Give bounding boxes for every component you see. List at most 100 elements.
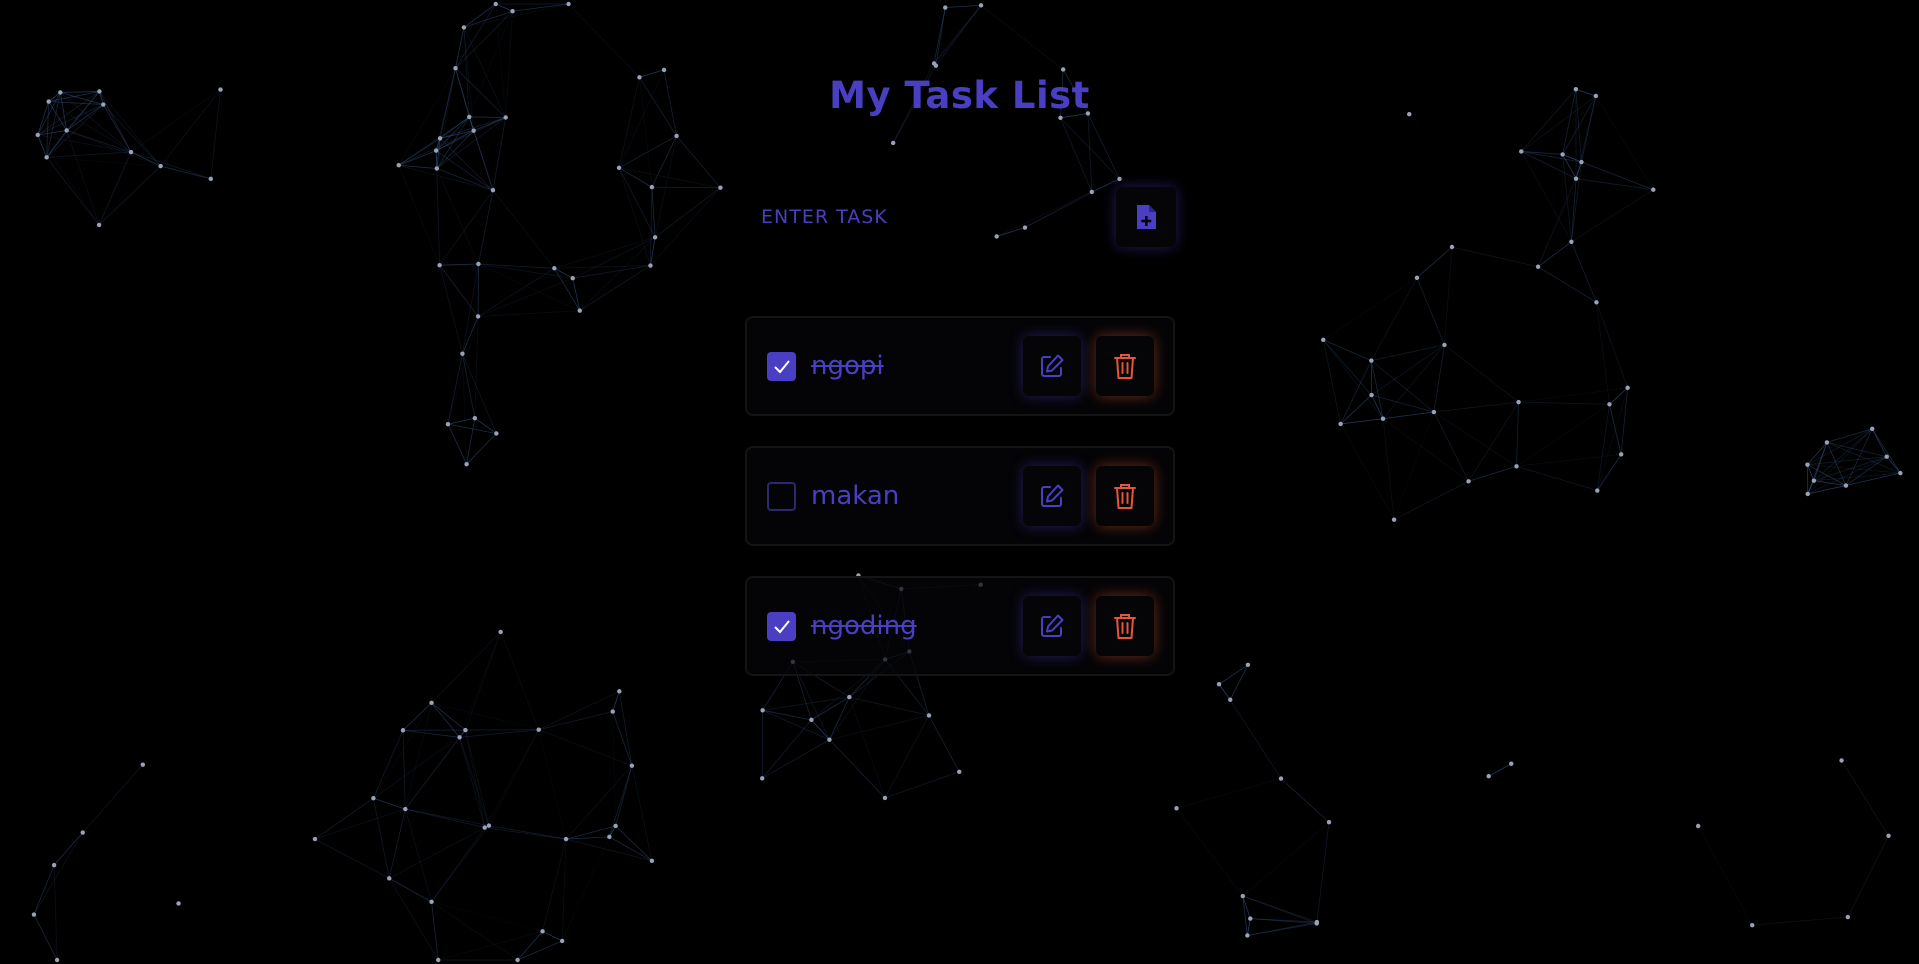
network-link xyxy=(1807,464,1815,481)
task-label: makan xyxy=(811,481,900,511)
task-checkbox[interactable] xyxy=(767,612,796,641)
network-link xyxy=(405,808,485,828)
network-link xyxy=(1433,344,1445,413)
network-link xyxy=(447,353,463,425)
network-node xyxy=(1884,454,1889,459)
network-node xyxy=(718,185,723,190)
network-link xyxy=(538,729,633,767)
network-node xyxy=(44,155,49,160)
network-node xyxy=(482,825,487,830)
task-checkbox[interactable] xyxy=(767,352,796,381)
network-link xyxy=(398,164,494,191)
network-link xyxy=(1807,442,1828,465)
network-node xyxy=(957,769,962,774)
network-link xyxy=(474,316,479,419)
edit-task-button[interactable] xyxy=(1023,466,1081,526)
network-link xyxy=(1382,418,1469,482)
network-link xyxy=(980,5,1064,70)
network-link xyxy=(1247,921,1317,936)
network-link xyxy=(1516,465,1598,491)
network-node xyxy=(429,899,434,905)
network-link xyxy=(654,135,677,238)
network-link xyxy=(1229,664,1249,700)
delete-task-button[interactable] xyxy=(1096,466,1154,526)
network-node xyxy=(649,184,655,190)
network-link xyxy=(33,832,84,915)
network-node xyxy=(453,65,458,71)
network-link xyxy=(462,263,479,354)
network-link xyxy=(1537,266,1597,303)
network-link xyxy=(561,839,567,941)
network-link xyxy=(618,167,651,266)
network-link xyxy=(561,836,610,942)
network-link xyxy=(1697,825,1753,926)
edit-task-button[interactable] xyxy=(1023,336,1081,396)
network-link xyxy=(1370,277,1418,361)
network-node xyxy=(436,957,441,963)
edit-task-button[interactable] xyxy=(1023,596,1081,656)
network-node xyxy=(494,431,499,436)
network-link xyxy=(618,691,633,766)
network-node xyxy=(648,263,653,268)
network-link xyxy=(492,189,555,269)
trash-icon xyxy=(1114,614,1136,639)
network-node xyxy=(64,128,69,133)
task-checkbox[interactable] xyxy=(767,482,796,511)
network-link xyxy=(389,827,485,879)
network-link xyxy=(478,310,580,317)
network-link xyxy=(1316,822,1330,923)
network-link xyxy=(1371,394,1384,419)
check-icon xyxy=(773,359,790,373)
network-link xyxy=(1393,480,1469,521)
task-input-row xyxy=(745,183,1176,251)
network-link xyxy=(1433,411,1517,467)
network-link xyxy=(650,187,721,266)
network-link xyxy=(314,808,406,840)
network-node xyxy=(371,796,376,801)
network-link xyxy=(431,827,486,903)
delete-task-button[interactable] xyxy=(1096,596,1154,656)
network-link xyxy=(477,267,555,317)
network-link xyxy=(542,930,563,942)
network-node xyxy=(629,763,635,768)
network-link xyxy=(884,771,960,799)
network-node xyxy=(400,728,406,733)
network-node xyxy=(1466,479,1471,484)
network-link xyxy=(405,808,490,827)
network-link xyxy=(388,878,439,961)
network-link xyxy=(928,715,960,772)
network-node xyxy=(471,128,476,133)
network-link xyxy=(1246,918,1251,936)
network-link xyxy=(388,808,406,879)
delete-task-button[interactable] xyxy=(1096,336,1154,396)
network-link xyxy=(439,265,463,354)
network-node xyxy=(463,727,468,733)
network-link xyxy=(1451,246,1539,268)
task-input[interactable] xyxy=(745,199,1101,235)
network-node xyxy=(31,912,37,917)
network-link xyxy=(1871,428,1888,457)
add-task-button[interactable] xyxy=(1116,187,1176,247)
network-link xyxy=(82,764,144,833)
network-node xyxy=(429,700,434,706)
network-link xyxy=(478,190,494,265)
network-node xyxy=(457,735,462,740)
network-link xyxy=(848,696,886,799)
network-node xyxy=(566,1,571,7)
network-link xyxy=(612,711,633,766)
network-link xyxy=(554,236,656,269)
network-node xyxy=(1750,922,1755,928)
network-link xyxy=(484,827,567,840)
network-link xyxy=(1416,246,1453,279)
network-link xyxy=(459,729,539,738)
network-link xyxy=(829,739,886,799)
network-link xyxy=(1845,472,1901,486)
network-link xyxy=(618,135,677,169)
network-link xyxy=(439,264,479,317)
network-link xyxy=(650,187,653,266)
network-link xyxy=(462,316,479,354)
network-node xyxy=(552,266,557,271)
network-node xyxy=(540,929,545,934)
network-node xyxy=(1569,239,1574,244)
task-label: ngoding xyxy=(811,611,917,641)
